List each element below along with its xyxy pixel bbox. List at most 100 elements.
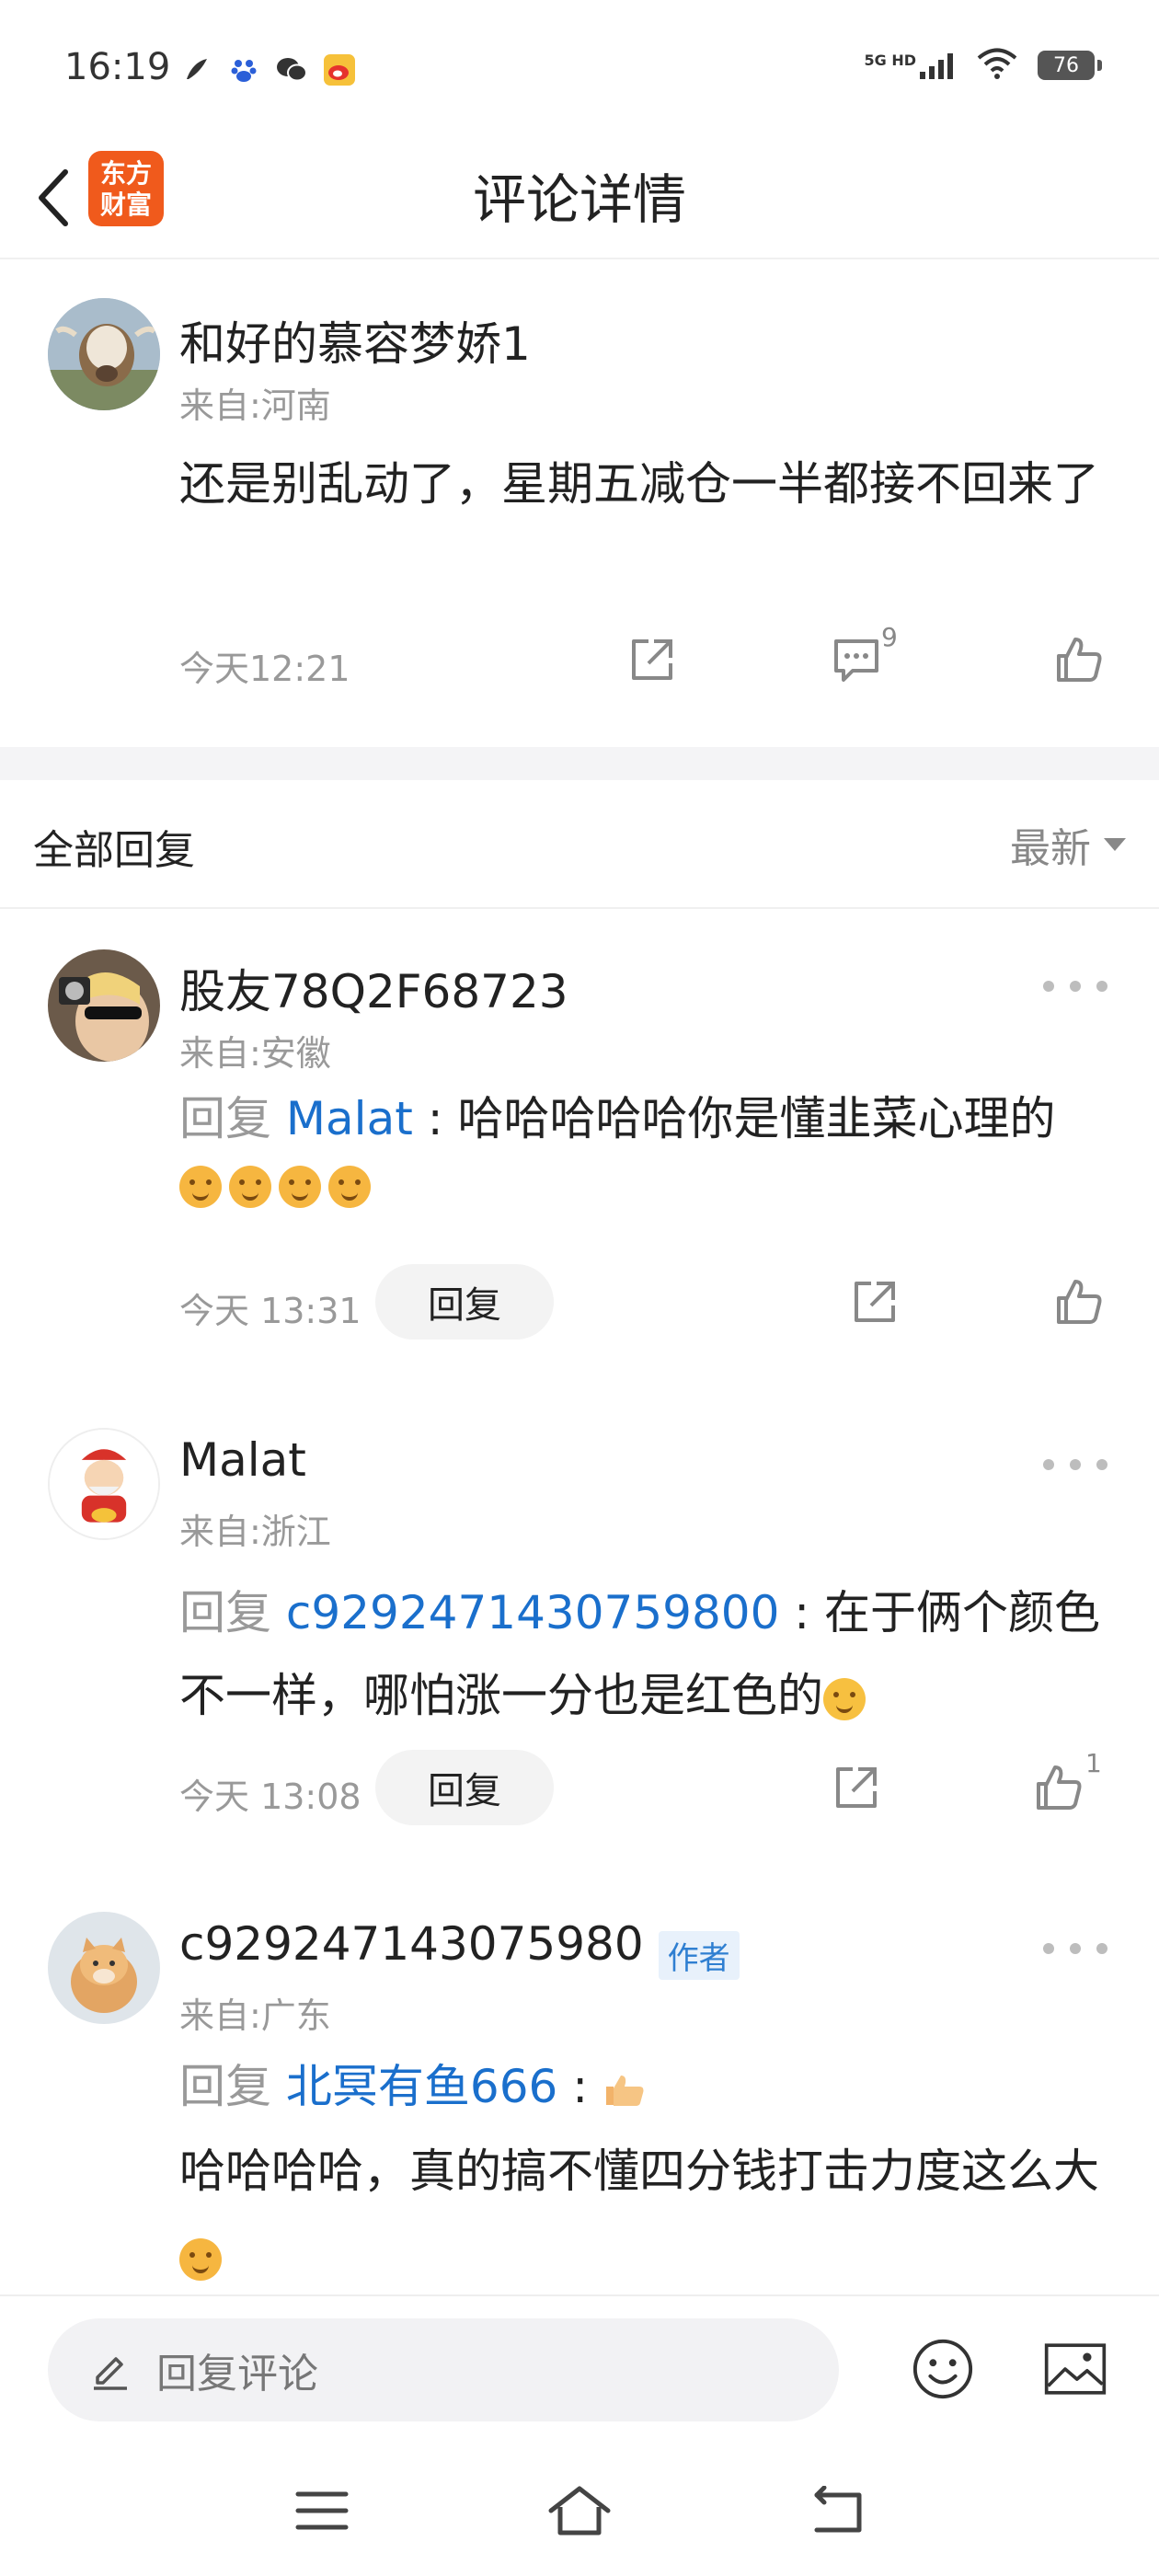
reply-item: Malat 来自:浙江 回复 c9292471430759800 : 在于俩个颜…	[0, 1389, 1159, 1868]
mention-link[interactable]: c9292471430759800	[286, 1586, 779, 1639]
wechat-app-icon	[275, 53, 308, 86]
username-row: c929247143075980 作者	[179, 1917, 740, 1980]
battery-icon: 76	[1038, 51, 1102, 80]
reply-content: 回复 c9292471430759800 : 在于俩个颜色 不一样，哪怕涨一分也…	[179, 1571, 1108, 1737]
reply-button[interactable]: 回复	[375, 1750, 554, 1825]
system-nav-bar	[0, 2442, 1159, 2576]
share-button[interactable]	[824, 1755, 889, 1820]
status-bar: 16:19 5G HD 76	[0, 0, 1159, 138]
location: 来自:安徽	[179, 1033, 331, 1074]
username[interactable]: 和好的慕容梦娇1	[179, 307, 531, 374]
author-badge: 作者	[658, 1931, 740, 1980]
emoji-button[interactable]	[911, 2337, 975, 2401]
reply-input-placeholder: 回复评论	[156, 2351, 318, 2398]
image-button[interactable]	[1043, 2337, 1107, 2401]
share-button[interactable]	[620, 627, 684, 692]
reply-text: 在于俩个颜色	[824, 1586, 1101, 1639]
caret-down-icon	[1104, 838, 1126, 851]
weibo-app-icon	[323, 53, 356, 86]
image-icon	[1044, 2343, 1107, 2395]
more-dots-icon	[1043, 981, 1054, 992]
home-button[interactable]	[543, 2478, 616, 2543]
signal-icon: 5G HD	[864, 52, 957, 79]
username[interactable]: Malat	[179, 1433, 306, 1487]
hand-over-mouth-emoji-icon	[328, 1165, 371, 1208]
share-icon	[855, 1282, 895, 1322]
share-icon	[836, 1767, 877, 1808]
status-app-icons	[179, 53, 356, 86]
more-options-button[interactable]	[1043, 968, 1107, 1005]
avatar[interactable]	[48, 949, 160, 1062]
reply-prefix: 回复	[179, 1586, 271, 1639]
back-nav-button[interactable]	[800, 2478, 874, 2543]
replies-title: 全部回复	[33, 827, 195, 874]
wifi-icon	[977, 48, 1017, 83]
laughing-emoji-icon	[823, 1677, 866, 1720]
hand-over-mouth-emoji-icon	[279, 1165, 321, 1208]
avatar[interactable]	[48, 1428, 160, 1540]
location: 来自:河南	[179, 385, 331, 426]
main-comment: 和好的慕容梦娇1 来自:河南 还是别乱动了，星期五减仓一半都接不回来了 今天12…	[0, 261, 1159, 747]
location: 来自:浙江	[179, 1512, 331, 1552]
hand-over-mouth-emoji-icon	[229, 1165, 271, 1208]
reply-content: 回复 Malat : 哈哈哈哈哈你是懂韭菜心理的	[179, 1082, 1108, 1211]
app-logo[interactable]: 东方 财富	[88, 151, 164, 226]
menu-icon	[295, 2491, 349, 2530]
mention-link[interactable]: Malat	[286, 1092, 413, 1145]
reply-item: 股友78Q2F68723 来自:安徽 回复 Malat : 哈哈哈哈哈你是懂韭菜…	[0, 911, 1159, 1389]
avatar[interactable]	[48, 1912, 160, 2024]
replies-header: 全部回复 最新	[0, 780, 1159, 909]
reply-prefix: 回复	[179, 2060, 271, 2113]
reply-content: 回复 北冥有鱼666 : 哈哈哈哈，真的搞不懂四分钱打击力度这么大	[179, 2044, 1108, 2294]
thumbs-up-icon	[1057, 1280, 1102, 1324]
reply-button[interactable]: 回复	[375, 1264, 554, 1340]
reply-prefix: 回复	[179, 1092, 271, 1145]
reply-time: 今天 13:31	[179, 1291, 361, 1331]
comment-time: 今天12:21	[179, 649, 350, 689]
more-options-button[interactable]	[1043, 1930, 1107, 1967]
section-divider	[0, 747, 1159, 780]
feather-app-icon	[179, 53, 212, 86]
reply-text: 哈哈哈哈，真的搞不懂四分钱打击力度这么大	[179, 2129, 1108, 2294]
mention-separator: :	[557, 2060, 602, 2113]
like-button[interactable]	[1027, 1755, 1091, 1820]
username[interactable]: 股友78Q2F68723	[179, 955, 568, 1021]
page-title: 评论详情	[472, 168, 686, 231]
status-time: 16:19	[64, 46, 171, 88]
sort-dropdown[interactable]: 最新	[1010, 815, 1126, 874]
reply-input-bar: 回复评论	[0, 2294, 1159, 2442]
reply-item: c929247143075980 作者 来自:广东 回复 北冥有鱼666 : 哈哈…	[0, 1871, 1159, 2294]
thumbs-up-icon	[1037, 1765, 1082, 1810]
more-dots-icon	[1043, 1459, 1054, 1470]
page-header: 评论详情 东方 财富	[0, 138, 1159, 259]
more-dots-icon	[1043, 1943, 1054, 1954]
sort-label: 最新	[1010, 825, 1091, 872]
logo-text-line1: 东方	[99, 158, 152, 189]
comment-count: 9	[881, 622, 898, 652]
menu-button[interactable]	[285, 2478, 359, 2543]
avatar[interactable]	[48, 298, 160, 410]
logo-text-line2: 财富	[99, 190, 152, 220]
pencil-icon	[94, 2357, 127, 2390]
comment-button[interactable]	[824, 627, 889, 692]
share-button[interactable]	[843, 1270, 907, 1334]
emoji-row	[179, 1156, 1108, 1211]
mention-separator: :	[412, 1092, 458, 1145]
reply-comment-input[interactable]: 回复评论	[48, 2318, 839, 2421]
mention-link[interactable]: 北冥有鱼666	[286, 2060, 557, 2113]
hand-over-mouth-emoji-icon	[179, 1165, 222, 1208]
like-button[interactable]	[1047, 1270, 1111, 1334]
smiley-icon	[912, 2339, 973, 2399]
like-button[interactable]	[1047, 627, 1111, 692]
comment-icon	[834, 639, 878, 682]
reply-time: 今天 13:08	[179, 1777, 361, 1817]
thumbs-up-icon	[1057, 638, 1102, 682]
network-label: 5G HD	[864, 52, 916, 69]
return-icon	[814, 2486, 862, 2533]
more-options-button[interactable]	[1043, 1446, 1107, 1483]
thumbs-up-emoji-icon	[605, 2075, 644, 2106]
reply-text: 不一样，哪怕涨一分也是红色的	[179, 1669, 823, 1722]
like-count: 1	[1085, 1748, 1102, 1778]
username[interactable]: c929247143075980	[179, 1917, 644, 1971]
back-button[interactable]	[20, 156, 85, 239]
